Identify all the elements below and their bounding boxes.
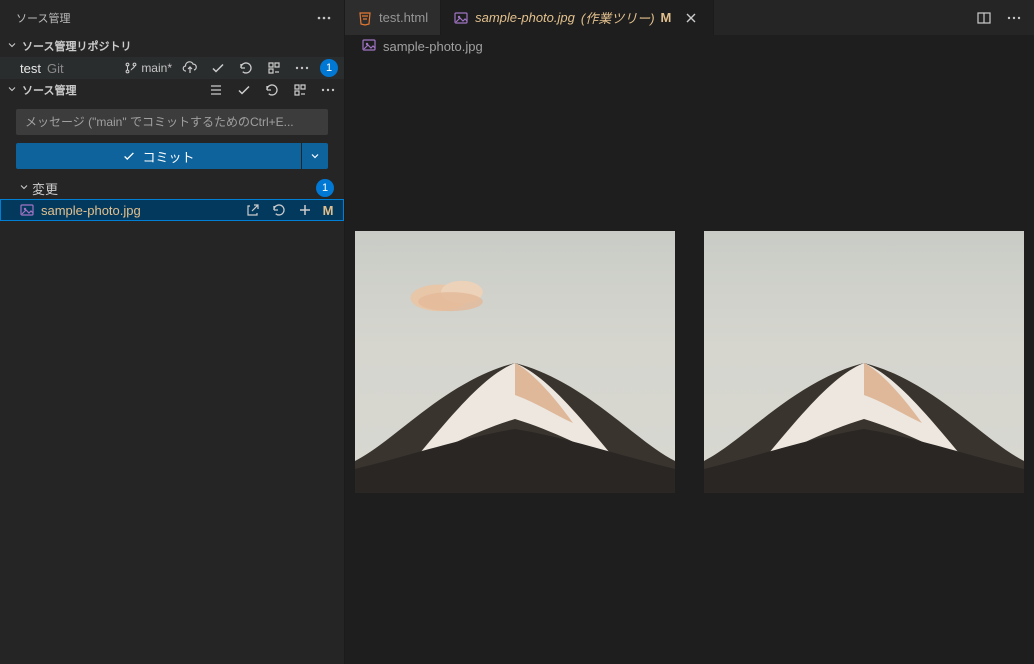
split-editor-icon[interactable]: [974, 8, 994, 28]
more-icon[interactable]: [314, 8, 334, 28]
editor-area: test.html sample-photo.jpg (作業ツリー) M: [345, 0, 1034, 664]
changes-label: 変更: [32, 179, 316, 198]
stash-icon[interactable]: [290, 80, 310, 100]
tab-test-html[interactable]: test.html: [345, 0, 441, 35]
diff-view: [345, 59, 1034, 664]
scm-header-label: ソース管理: [22, 82, 206, 98]
chevron-down-icon: [4, 83, 20, 98]
image-file-icon: [19, 202, 35, 218]
tree-view-icon[interactable]: [206, 80, 226, 100]
image-file-icon: [453, 10, 469, 26]
image-preview-right: [704, 231, 1024, 493]
discard-changes-icon[interactable]: [269, 200, 289, 220]
cloud-publish-icon[interactable]: [180, 58, 200, 78]
stash-icon[interactable]: [264, 58, 284, 78]
changed-file-row[interactable]: sample-photo.jpg M: [0, 199, 344, 221]
file-status-m: M: [321, 203, 335, 218]
repos-header-label: ソース管理リポジトリ: [22, 38, 338, 54]
diff-pane-modified[interactable]: [702, 67, 1027, 656]
commit-check-icon[interactable]: [234, 80, 254, 100]
more-icon[interactable]: [292, 58, 312, 78]
repo-row[interactable]: test Git main* 1: [0, 57, 344, 79]
repo-pending-badge: 1: [320, 59, 338, 77]
commit-button-label: コミット: [142, 147, 194, 166]
changes-header[interactable]: 変更 1: [0, 177, 344, 199]
tab-label: sample-photo.jpg: [475, 10, 575, 25]
refresh-icon[interactable]: [236, 58, 256, 78]
breadcrumb[interactable]: sample-photo.jpg: [345, 35, 1034, 59]
chevron-down-icon: [18, 181, 32, 196]
scm-section-header[interactable]: ソース管理: [0, 79, 344, 101]
tab-suffix: (作業ツリー): [581, 8, 655, 27]
html-file-icon: [357, 10, 373, 26]
more-icon[interactable]: [318, 80, 338, 100]
changes-count-badge: 1: [316, 179, 334, 197]
repo-name: test: [20, 61, 41, 76]
tab-sample-photo[interactable]: sample-photo.jpg (作業ツリー) M: [441, 0, 714, 35]
branch-indicator[interactable]: main*: [124, 61, 172, 75]
breadcrumb-file: sample-photo.jpg: [383, 39, 483, 54]
tab-bar: test.html sample-photo.jpg (作業ツリー) M: [345, 0, 1034, 35]
refresh-icon[interactable]: [262, 80, 282, 100]
commit-message-input[interactable]: [16, 109, 328, 135]
commit-button[interactable]: コミット: [16, 143, 301, 169]
open-file-icon[interactable]: [243, 200, 263, 220]
commit-check-icon[interactable]: [208, 58, 228, 78]
tab-status-m: M: [661, 10, 672, 25]
tab-label: test.html: [379, 10, 428, 25]
image-file-icon: [361, 37, 377, 56]
image-preview-left: [355, 231, 675, 493]
commit-dropdown-button[interactable]: [302, 143, 328, 169]
branch-name: main*: [141, 61, 172, 75]
panel-title: ソース管理: [16, 10, 70, 26]
chevron-down-icon: [4, 39, 20, 54]
repos-section-header[interactable]: ソース管理リポジトリ: [0, 35, 344, 57]
more-icon[interactable]: [1004, 8, 1024, 28]
source-control-panel: ソース管理 ソース管理リポジトリ test Git main*: [0, 0, 345, 664]
diff-pane-original[interactable]: [353, 67, 678, 656]
changed-file-name: sample-photo.jpg: [41, 203, 243, 218]
close-icon[interactable]: [681, 8, 701, 28]
panel-title-bar: ソース管理: [0, 0, 344, 35]
stage-plus-icon[interactable]: [295, 200, 315, 220]
repo-type: Git: [47, 61, 64, 76]
